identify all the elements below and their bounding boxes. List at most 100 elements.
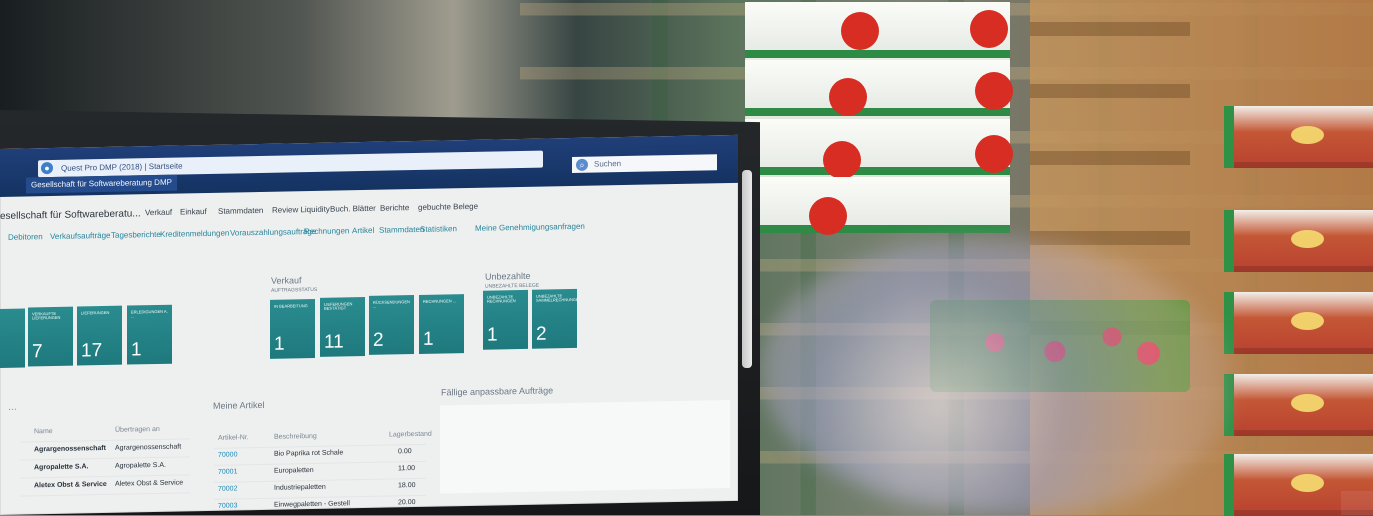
kpi-tile[interactable]: Unbezahlte Sammelrechnungen 2	[532, 288, 577, 349]
monitor-side-edge	[742, 170, 752, 368]
produce-logo	[1291, 474, 1324, 492]
customers-table: Name Übertragen an Agrargenossenschaft A…	[20, 421, 190, 511]
red-dot	[829, 78, 867, 116]
article-description: Bio Paprika rot Schale	[274, 449, 344, 458]
tile-label: Unbezahlte Sammelrechnungen	[536, 293, 577, 303]
tile-label: Rechnungen ...	[423, 298, 457, 304]
tile-label: Unbezahlte Rechnungen	[487, 294, 516, 304]
customer-value: Aletex Obst & Service	[115, 479, 184, 488]
produce-logo	[1291, 394, 1324, 412]
customer-name: Agrargenossenschaft	[34, 444, 106, 454]
produce-logo	[1291, 230, 1324, 248]
crate-row	[745, 177, 1010, 235]
table-header-cell: Artikel-Nr.	[218, 434, 249, 442]
kpi-tile[interactable]: Verkaufte Lieferungen 7	[28, 306, 73, 367]
kpi-tile[interactable]: Erledigungen a. ... 1	[127, 304, 172, 365]
submenu-item[interactable]: Debitoren	[8, 232, 43, 242]
customers-heading: …	[8, 401, 17, 412]
tile-value: 1	[487, 324, 498, 346]
customer-name: Agropalette S.A.	[34, 463, 89, 472]
red-dot	[975, 72, 1013, 110]
address-bar[interactable]: ● Quest Pro DMP (2018) | Startseite	[38, 150, 543, 178]
tile-value: 1	[131, 339, 142, 361]
table-row[interactable]: Aletex Obst & Service Aletex Obst & Serv…	[20, 475, 190, 497]
crate-row	[745, 2, 1010, 58]
tile-label: Lieferungen	[81, 309, 110, 316]
tile-value: 1	[423, 328, 434, 350]
table-header-cell: Name	[34, 427, 53, 436]
crate-line	[1030, 231, 1190, 245]
article-description: Europaletten	[274, 466, 314, 475]
red-dot	[823, 141, 861, 179]
red-dot	[809, 197, 847, 235]
customer-value: Agrargenossenschaft	[115, 443, 182, 452]
vegetable-crates	[745, 2, 1013, 235]
tile-label	[4, 313, 25, 332]
nav-item[interactable]: Review Liquidity	[272, 205, 330, 215]
crate-line	[1030, 151, 1190, 165]
tile-label: Rücksendungen ...	[373, 299, 410, 309]
submenu-item[interactable]: Statistiken	[420, 224, 457, 234]
nav-item[interactable]: Buch. Blätter	[330, 204, 376, 214]
table-header-cell: Beschreibung	[274, 432, 317, 441]
kpi-tile[interactable]: Lieferungen 17	[77, 305, 122, 366]
crate-line	[1030, 84, 1190, 98]
article-description: Industriepaletten	[274, 483, 326, 492]
article-description: Einwegpaletten - Gestell	[274, 500, 350, 509]
tile-label: In Bearbeitung	[274, 303, 308, 309]
red-dot	[841, 12, 879, 50]
article-stock: 0.00	[398, 448, 412, 456]
submenu-item[interactable]: Verkaufsaufträge	[50, 231, 110, 241]
monitor-screen: ● Quest Pro DMP (2018) | Startseite ⌕ Su…	[0, 134, 738, 515]
sales-heading: Verkauf	[271, 275, 302, 286]
tile-value: 2	[536, 323, 547, 345]
unpaid-heading: Unbezahlte	[485, 270, 531, 282]
nav-item[interactable]: Verkauf	[145, 208, 172, 218]
browser-tab[interactable]: Gesellschaft für Softwareberatung DMP	[26, 174, 177, 194]
tomato-box	[1224, 374, 1373, 436]
nav-item[interactable]: Berichte	[380, 203, 409, 213]
nav-item[interactable]: Einkauf	[180, 207, 207, 217]
empty-panel	[440, 399, 730, 494]
image-edge	[1341, 491, 1373, 515]
kpi-tile[interactable]: Rücksendungen ... 2	[369, 295, 414, 355]
tile-value: 2	[373, 329, 384, 351]
submenu-item[interactable]: Meine Genehmigungsanfragen	[475, 222, 585, 233]
kpi-tile[interactable]: Lieferungen bestätigt 11	[320, 296, 365, 357]
article-number: 70002	[218, 485, 238, 493]
customer-value: Agropalette S.A.	[115, 461, 166, 470]
tile-value: 17	[81, 340, 103, 362]
submenu-item[interactable]: Kreditenmeldungen	[160, 229, 229, 239]
nav-item[interactable]: gebuchte Belege	[418, 202, 478, 212]
kpi-tile[interactable]: In Bearbeitung 1	[270, 298, 315, 359]
address-text: Quest Pro DMP (2018) | Startseite	[61, 161, 183, 173]
article-stock: 11.00	[398, 465, 415, 473]
table-header-cell: Übertragen an	[115, 425, 160, 434]
tomato-box	[1224, 292, 1373, 354]
tile-label: Lieferungen bestätigt	[324, 301, 353, 311]
produce-logo	[1291, 126, 1324, 144]
tile-value: 1	[274, 333, 285, 355]
tile-value: 11	[324, 331, 344, 353]
article-number: 70001	[218, 468, 238, 476]
tile-label: Verkaufte Lieferungen	[32, 310, 61, 321]
tomato-box	[1224, 106, 1373, 168]
unpaid-subheading: UNBEZAHLTE BELEGE	[485, 282, 540, 290]
article-stock: 18.00	[398, 482, 416, 490]
tomato-box	[1224, 210, 1373, 272]
submenu-item[interactable]: Tagesberichte	[111, 230, 161, 240]
search-text: Suchen	[594, 159, 622, 169]
submenu-item[interactable]: Stammdaten	[379, 225, 424, 235]
sales-subheading: AUFTRAGSSTATUS	[271, 286, 318, 294]
customer-name: Aletex Obst & Service	[34, 480, 107, 490]
tile-label: Erledigungen a. ...	[131, 308, 168, 319]
kpi-tile[interactable]: Unbezahlte Rechnungen 1	[483, 289, 528, 350]
crate-row	[745, 60, 1013, 116]
kpi-tile[interactable]	[0, 308, 25, 368]
submenu-item[interactable]: Rechnungen	[304, 226, 349, 236]
browser-search-input[interactable]: ⌕ Suchen	[572, 154, 717, 174]
submenu-item[interactable]: Artikel	[352, 226, 374, 235]
nav-item[interactable]: Stammdaten	[218, 206, 263, 216]
kpi-tile[interactable]: Rechnungen ... 1	[419, 294, 464, 354]
table-header-cell: Lagerbestand	[389, 430, 432, 439]
